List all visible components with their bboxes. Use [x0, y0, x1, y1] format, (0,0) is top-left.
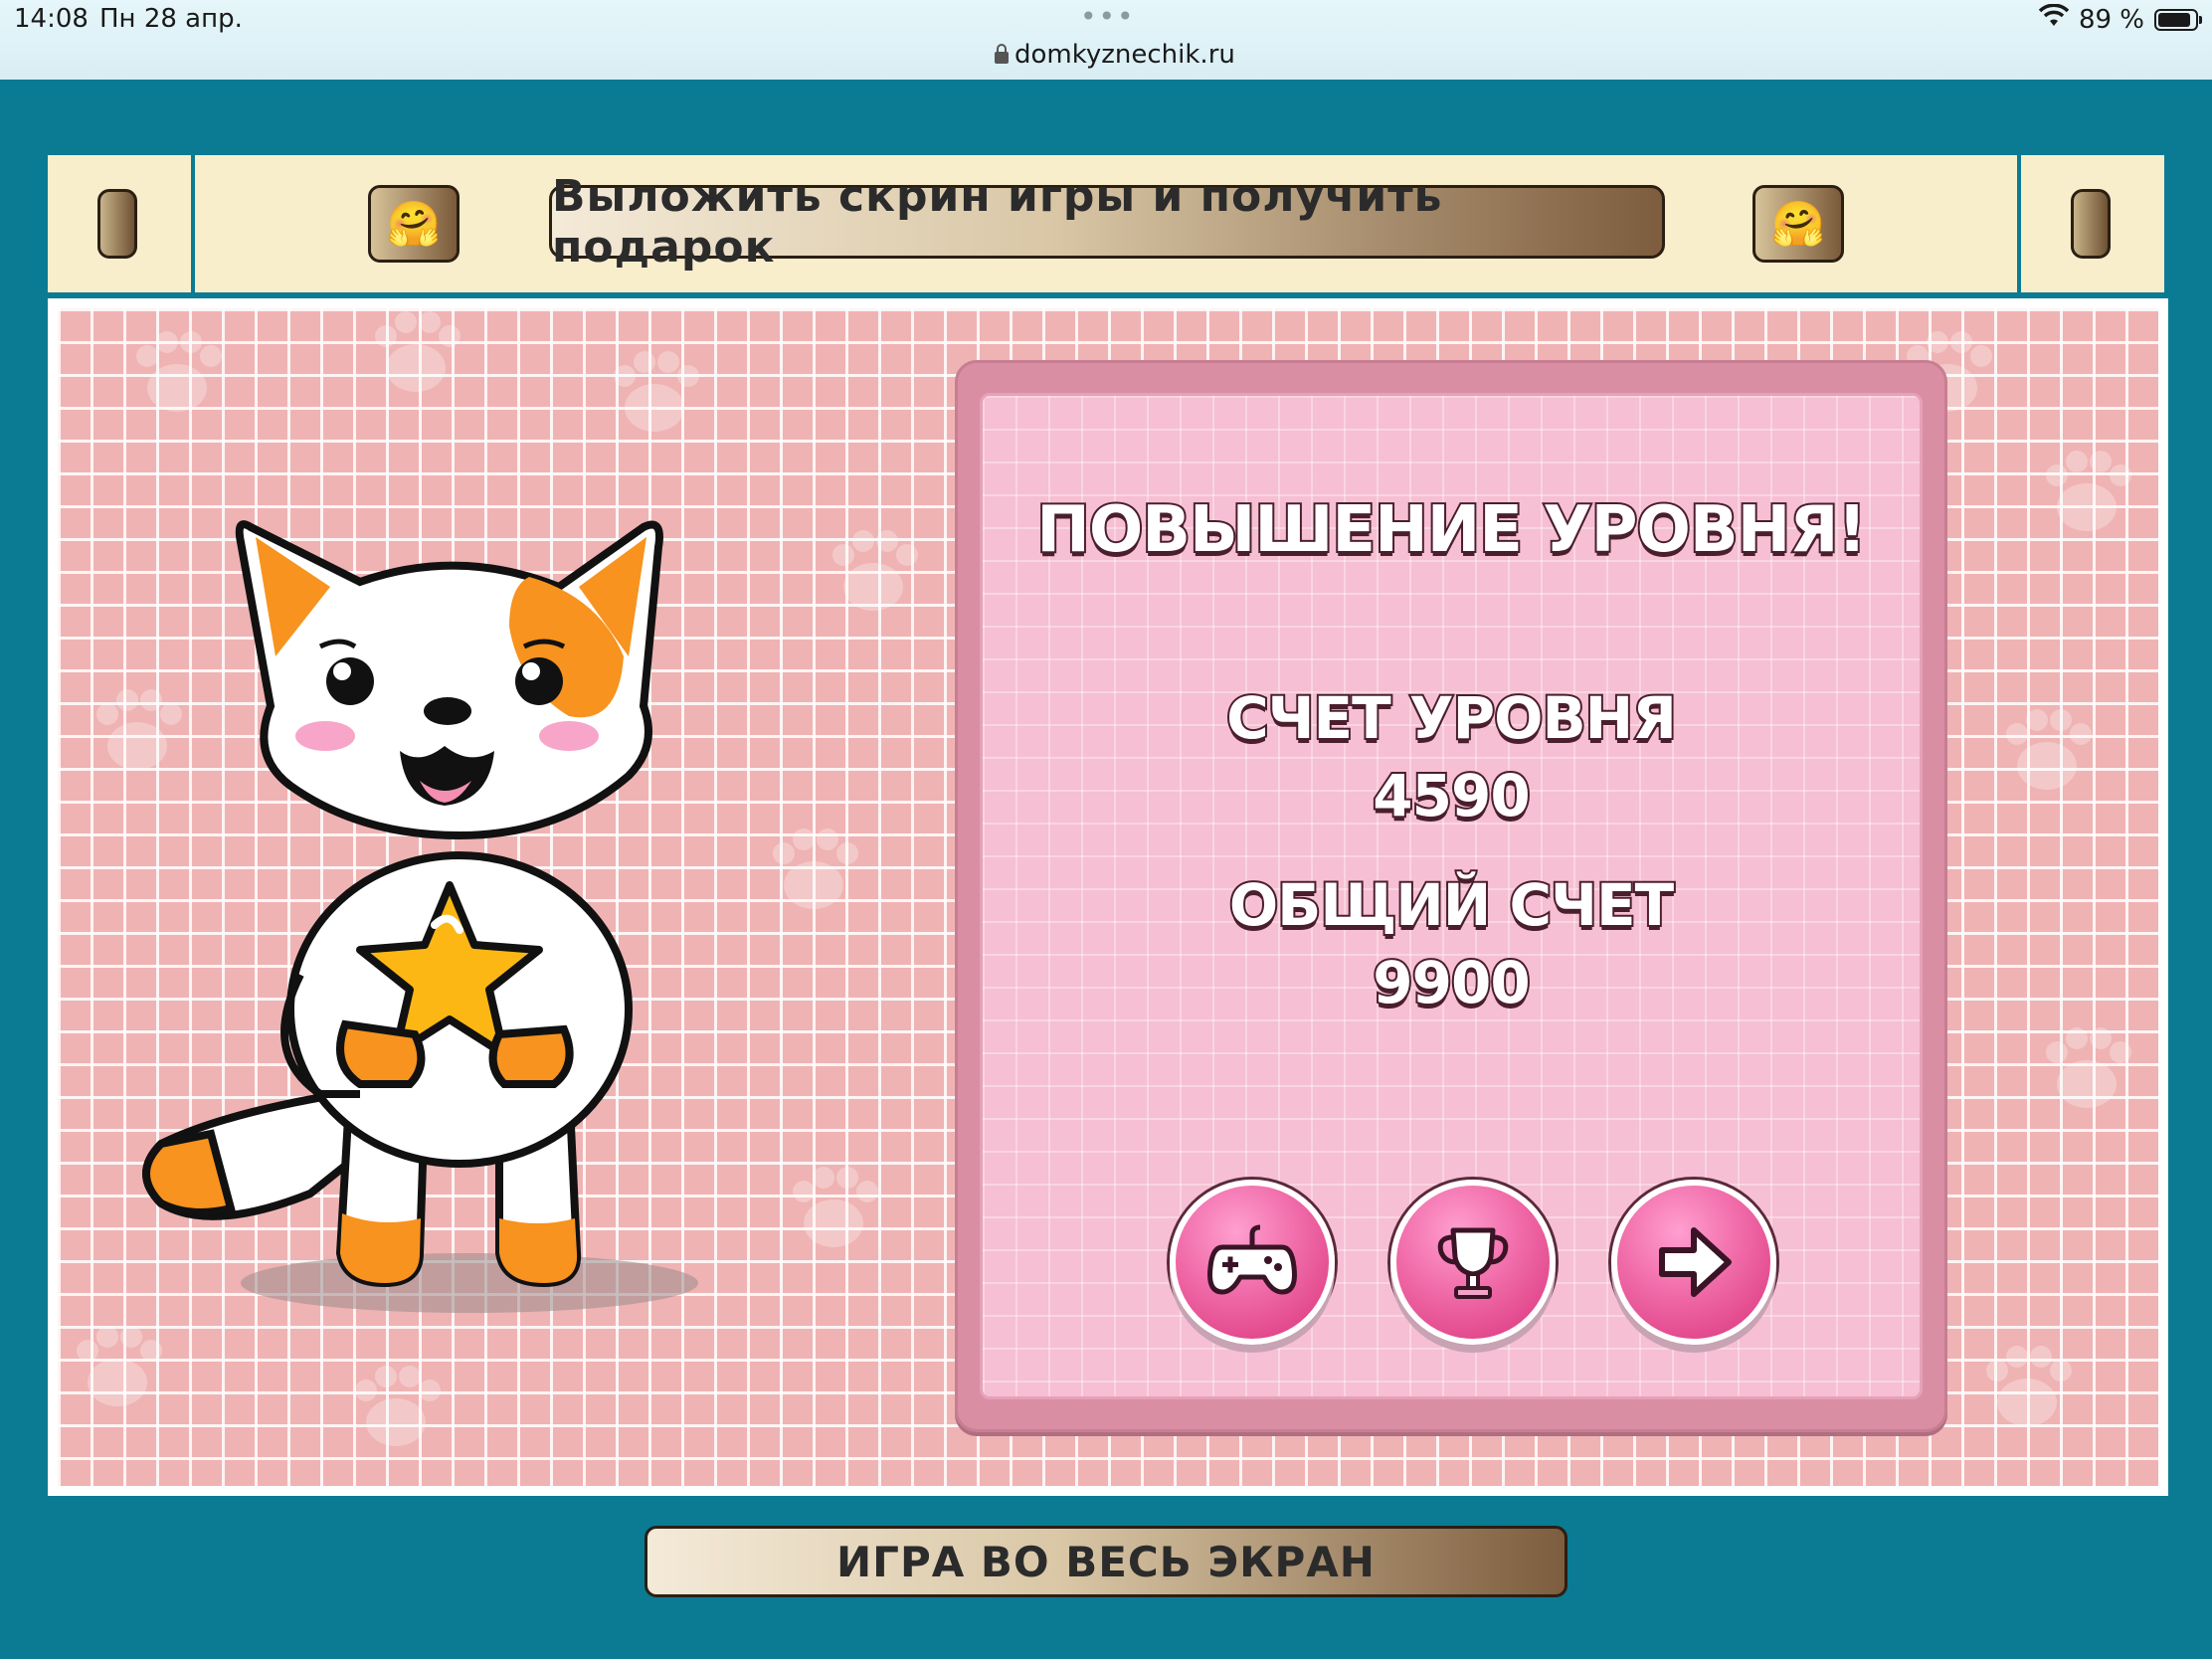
play-again-button[interactable] — [1170, 1180, 1335, 1345]
battery-fill — [2158, 12, 2191, 27]
game-frame: ПОВЫШЕНИЕ УРОВНЯ! СЧЕТ УРОВНЯ 4590 ОБЩИЙ… — [48, 298, 2168, 1496]
status-bar: 14:08 Пн 28 апр. ••• domkyznechik.ru 89 … — [0, 0, 2212, 80]
url-text: domkyznechik.ru — [1014, 40, 1235, 70]
lock-icon — [995, 44, 1009, 64]
result-panel: ПОВЫШЕНИЕ УРОВНЯ! СЧЕТ УРОВНЯ 4590 ОБЩИЙ… — [955, 360, 1947, 1432]
address-bar[interactable]: domkyznechik.ru — [995, 40, 1235, 70]
cat-mascot-icon — [142, 520, 698, 1313]
next-level-button[interactable] — [1611, 1180, 1776, 1345]
hug-emoji-right-icon[interactable]: 🤗 — [1752, 185, 1844, 263]
status-time: 14:08 — [14, 4, 89, 34]
banner-divider — [191, 155, 195, 292]
leaderboard-button[interactable] — [1390, 1180, 1556, 1345]
arrow-right-icon — [1659, 1227, 1732, 1297]
game-canvas[interactable]: ПОВЫШЕНИЕ УРОВНЯ! СЧЕТ УРОВНЯ 4590 ОБЩИЙ… — [58, 308, 2158, 1486]
level-up-title: ПОВЫШЕНИЕ УРОВНЯ! — [1034, 491, 1868, 569]
total-score-label: ОБЩИЙ СЧЕТ — [1227, 869, 1676, 941]
right-slot — [2071, 189, 2111, 259]
level-score-value: 4590 — [1371, 760, 1532, 831]
wifi-icon — [2038, 3, 2070, 35]
gift-button[interactable]: Выложить скрин игры и получить подарок — [549, 171, 1665, 273]
battery-percent: 89 % — [2078, 4, 2144, 35]
level-score-label: СЧЕТ УРОВНЯ — [1224, 682, 1679, 754]
more-dots-icon[interactable]: ••• — [1080, 0, 1136, 33]
status-indicators: 89 % — [2038, 3, 2202, 35]
battery-icon — [2154, 8, 2202, 31]
trophy-icon — [1437, 1227, 1509, 1299]
fullscreen-button[interactable]: ИГРА ВО ВЕСЬ ЭКРАН — [645, 1526, 1567, 1597]
status-date: Пн 28 апр. — [99, 4, 243, 34]
banner-divider — [2017, 155, 2021, 292]
left-slot — [97, 189, 137, 259]
top-banner: 🤗 🤗 Выложить скрин игры и получить подар… — [48, 155, 2164, 292]
gamepad-icon — [1207, 1224, 1297, 1295]
result-panel-inner: ПОВЫШЕНИЕ УРОВНЯ! СЧЕТ УРОВНЯ 4590 ОБЩИЙ… — [980, 393, 1923, 1399]
hug-emoji-left-icon[interactable]: 🤗 — [368, 185, 460, 263]
total-score-value: 9900 — [1371, 947, 1532, 1018]
